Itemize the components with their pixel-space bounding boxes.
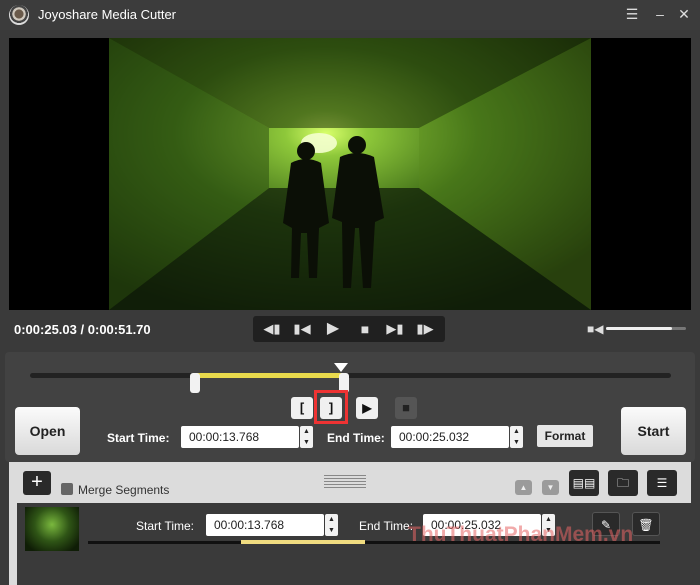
next-frame-icon[interactable]: ▶▮ xyxy=(380,316,410,342)
output-folder-icon[interactable]: 🗀 xyxy=(608,470,638,496)
current-time: 0:00:25.03 xyxy=(14,322,77,337)
segment-thumbnail xyxy=(25,507,79,551)
time-separator: / xyxy=(80,322,85,337)
delete-segment-icon[interactable]: 🗑 xyxy=(632,512,660,536)
merge-segments-checkbox[interactable] xyxy=(61,483,73,495)
move-down-icon[interactable]: ▼ xyxy=(542,480,559,495)
window-title: Joyoshare Media Cutter xyxy=(38,7,177,22)
menu-icon[interactable]: ☰ xyxy=(622,4,642,24)
start-time-stepper[interactable]: ▲ ▼ xyxy=(300,426,313,448)
panel-drag-handle[interactable] xyxy=(324,475,366,490)
start-button[interactable]: Start xyxy=(621,407,686,455)
add-segment-button[interactable]: + xyxy=(23,471,51,495)
volume-slider[interactable] xyxy=(606,327,686,330)
watermark-text: ThuThuatPhanMem.vn xyxy=(408,523,634,546)
start-time-field[interactable]: 00:00:13.768 xyxy=(181,426,299,448)
stop-icon[interactable]: ■ xyxy=(350,316,380,342)
move-up-icon[interactable]: ▲ xyxy=(515,480,532,495)
format-button[interactable]: Format xyxy=(537,425,593,447)
preview-segment-button[interactable]: ▶ xyxy=(356,397,378,419)
segment-timeline-range xyxy=(241,540,365,544)
close-icon[interactable]: ✕ xyxy=(674,4,694,24)
end-time-label: End Time: xyxy=(327,431,385,445)
app-logo-icon xyxy=(9,5,29,25)
selected-segment-bar xyxy=(197,373,344,378)
merge-segments-label: Merge Segments xyxy=(78,483,170,497)
minimize-icon[interactable]: – xyxy=(650,4,670,24)
video-frame xyxy=(109,38,591,310)
player-controls: ◀▮ ▮◀ ▶ ■ ▶▮ ▮▶ xyxy=(253,316,445,342)
mark-in-button[interactable]: [ xyxy=(291,397,313,419)
previous-frame-icon[interactable]: ▮◀ xyxy=(287,316,317,342)
stop-preview-button[interactable]: ■ xyxy=(395,397,417,419)
playhead-marker[interactable] xyxy=(334,363,348,372)
previous-segment-icon[interactable]: ◀▮ xyxy=(257,316,287,342)
next-segment-icon[interactable]: ▮▶ xyxy=(410,316,440,342)
segment-start-time-stepper[interactable]: ▲ ▼ xyxy=(325,514,338,536)
end-time-stepper[interactable]: ▲ ▼ xyxy=(510,426,523,448)
play-icon[interactable]: ▶ xyxy=(318,316,348,342)
highlight-box xyxy=(314,390,348,424)
volume-level-fill xyxy=(606,327,672,330)
end-time-field[interactable]: 00:00:25.032 xyxy=(391,426,509,448)
encoding-mode-icon[interactable]: ▤▤ xyxy=(569,470,599,496)
video-preview[interactable] xyxy=(9,38,691,310)
tunnel-scene-image xyxy=(109,38,591,310)
time-display: 0:00:25.03 / 0:00:51.70 xyxy=(14,322,151,337)
segment-start-time-label: Start Time: xyxy=(136,519,195,533)
segment-end-time-label: End Time: xyxy=(359,519,414,533)
timeline-track[interactable] xyxy=(30,373,671,378)
segment-start-time-field[interactable]: 00:00:13.768 xyxy=(206,514,324,536)
start-time-label: Start Time: xyxy=(107,431,170,445)
total-time: 0:00:51.70 xyxy=(87,322,151,337)
open-button[interactable]: Open xyxy=(15,407,80,455)
task-list-icon[interactable]: ☰ xyxy=(647,470,677,496)
volume-icon[interactable]: ■◀ xyxy=(587,322,603,336)
segment-start-handle[interactable] xyxy=(190,373,200,393)
